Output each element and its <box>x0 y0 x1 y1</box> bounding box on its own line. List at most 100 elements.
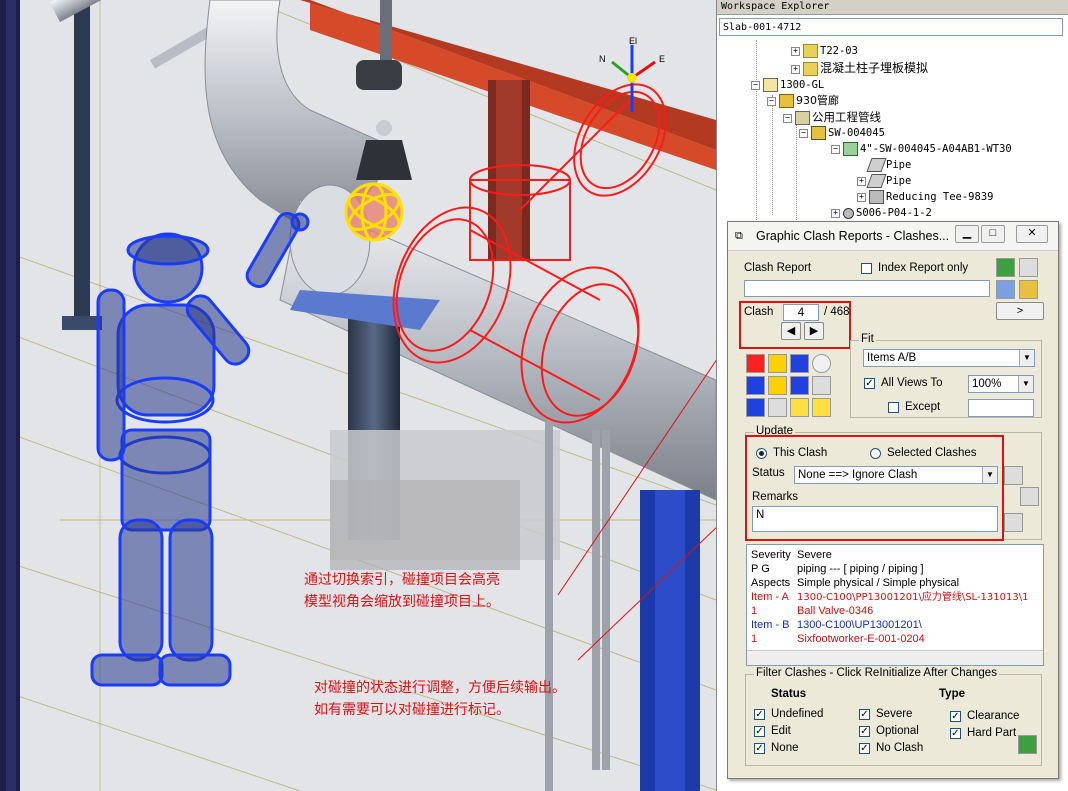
apply-remarks-icon[interactable] <box>1004 513 1023 532</box>
disabled-pointer-icon <box>768 398 787 417</box>
tree-item-t22-03[interactable]: + T22-03 <box>791 43 858 59</box>
system-icon <box>763 78 778 92</box>
tee-icon <box>869 190 884 204</box>
chevron-down-icon: ▼ <box>1018 376 1033 392</box>
color-e-icon[interactable] <box>768 376 787 395</box>
tree-item-sw-004045[interactable]: − SW-004045 <box>799 125 885 141</box>
filter-undefined-label: Undefined <box>771 708 824 720</box>
tree-item-pipe-1[interactable]: Pipe <box>857 157 911 173</box>
filter-clearance-checkbox[interactable]: ✓ <box>950 711 961 722</box>
advance-button[interactable]: > <box>996 302 1044 320</box>
annotation-note1-line1: 通过切换索引，碰撞项目会高亮 <box>304 572 500 588</box>
filter-none-checkbox[interactable]: ✓ <box>754 743 765 754</box>
clash-nav-highlight <box>739 301 851 349</box>
pointer-select-icon[interactable] <box>812 398 831 417</box>
3d-scene: El E N <box>0 0 716 791</box>
open-folder-icon[interactable] <box>1019 280 1038 299</box>
zoom-select[interactable]: 100% ▼ <box>968 375 1034 393</box>
disabled-tool-icon <box>1019 258 1038 277</box>
filter-optional-checkbox[interactable]: ✓ <box>859 726 870 737</box>
filter-hard-part-checkbox[interactable]: ✓ <box>950 728 961 739</box>
filter-edit-checkbox[interactable]: ✓ <box>754 726 765 737</box>
support-icon <box>843 207 854 219</box>
axis-label-e: E <box>659 54 665 64</box>
pipe-icon <box>866 174 887 188</box>
clash-report-field[interactable] <box>744 280 990 297</box>
clash-report-label: Clash Report <box>744 262 812 274</box>
dialog-app-icon: ⧉ <box>735 230 743 242</box>
tree-item-embed-plate[interactable]: + 混凝土柱子埋板模拟 <box>791 60 928 76</box>
tree-item-pipe-2[interactable]: + Pipe <box>857 173 911 189</box>
tree-item-utility-piping[interactable]: − 公用工程管线 <box>783 109 881 125</box>
filter-status-header: Status <box>771 688 807 700</box>
annotation-note2-line2: 如有需要可以对碰撞进行标记。 <box>314 702 510 718</box>
filter-type-header: Type <box>939 688 965 700</box>
color-c-icon[interactable] <box>790 354 809 373</box>
index-report-only-label: Index Report only <box>878 262 969 274</box>
except-field[interactable] <box>968 399 1034 417</box>
link-icon[interactable] <box>1020 487 1039 506</box>
color-b-icon[interactable] <box>768 354 787 373</box>
pointer-icon[interactable] <box>790 398 809 417</box>
minimize-button[interactable]: ▁ <box>955 225 979 243</box>
horizontal-scrollbar[interactable] <box>747 650 1043 665</box>
refresh-icon[interactable] <box>996 258 1015 277</box>
color-f-icon[interactable] <box>790 376 809 395</box>
detail-row-item-a-part: 1 Ball Valve-0346 <box>751 605 874 617</box>
maximize-button[interactable]: □ <box>981 225 1005 243</box>
save-icon[interactable] <box>996 280 1015 299</box>
color-d-icon[interactable] <box>746 376 765 395</box>
filter-hard-part-label: Hard Part <box>967 727 1017 739</box>
filter-severe-checkbox[interactable]: ✓ <box>859 709 870 720</box>
tree-item-reducing-tee[interactable]: + Reducing Tee-9839 <box>857 189 993 205</box>
fit-items-select[interactable]: Items A/B ▼ <box>863 349 1035 367</box>
explorer-path-field[interactable]: Slab-001-4712 <box>719 18 1063 36</box>
dialog-title: Graphic Clash Reports - Clashes... <box>756 229 950 243</box>
explorer-title: Workspace Explorer <box>717 0 1068 15</box>
reinitialize-icon[interactable] <box>1018 735 1037 754</box>
fit-group-title: Fit <box>859 333 876 345</box>
chevron-down-icon: ▼ <box>1019 350 1034 366</box>
folder-icon <box>779 94 794 108</box>
except-checkbox[interactable] <box>888 402 899 413</box>
filter-no-clash-checkbox[interactable]: ✓ <box>859 743 870 754</box>
filter-severe-label: Severe <box>876 708 913 720</box>
filter-no-clash-label: No Clash <box>876 742 924 754</box>
model-viewport[interactable]: El E N 通过切换索引，碰撞项目会高亮 模型视角会缩放到碰撞项目上。 对碰撞 <box>0 0 716 791</box>
color-g-icon[interactable] <box>746 398 765 417</box>
file-icon <box>803 62 818 76</box>
clash-detail-list[interactable]: Severity Severe P Gpiping --- [ piping / … <box>746 544 1044 666</box>
clash-report-dialog: ⧉ Graphic Clash Reports - Clashes... ▁ □… <box>727 221 1059 779</box>
detail-row-item-a: Item - A 1300-C100\PP13001201\应力管线\SL-131… <box>751 591 1029 603</box>
tree-item-pipe-run[interactable]: −4"-SW-004045-A04AB1-WT30 <box>831 141 1012 157</box>
pipe-icon <box>866 158 887 172</box>
update-highlight <box>745 435 1004 541</box>
apply-status-icon[interactable] <box>1004 466 1023 485</box>
tree-item-930-rack[interactable]: −930管廊 <box>767 93 839 109</box>
color-legend-icon[interactable] <box>812 354 831 373</box>
index-report-only-checkbox[interactable] <box>861 263 872 274</box>
detail-row-aspects: Aspects Simple physical / Simple physical <box>751 577 960 589</box>
color-a-icon[interactable] <box>746 354 765 373</box>
pipeline-icon <box>795 111 810 125</box>
detail-row-item-b: Item - B 1300-C100\UP13001201\ <box>751 619 922 631</box>
all-views-to-label: All Views To <box>881 377 943 389</box>
pipe-run-icon <box>811 126 826 140</box>
dialog-titlebar[interactable]: ⧉ Graphic Clash Reports - Clashes... ▁ □… <box>728 222 1058 251</box>
pipe-run-icon <box>843 142 858 156</box>
filter-edit-label: Edit <box>771 725 791 737</box>
detail-row-item-b-part: 1 Sixfootworker-E-001-0204 <box>751 633 925 645</box>
annotation-note1-line2: 模型视角会缩放到碰撞项目上。 <box>304 594 500 610</box>
all-views-to-checkbox[interactable]: ✓ <box>864 378 875 389</box>
person-icon <box>812 376 831 395</box>
filter-none-label: None <box>771 742 799 754</box>
tree-item-1300-gl[interactable]: −1300-GL <box>751 77 824 93</box>
tree-item-s006[interactable]: + S006-P04-1-2 <box>831 205 932 221</box>
file-icon <box>803 44 818 58</box>
filter-undefined-checkbox[interactable]: ✓ <box>754 709 765 720</box>
detail-row-severity: Severity Severe <box>751 549 832 561</box>
filter-group-title: Filter Clashes - Click ReInitialize Afte… <box>754 667 999 679</box>
close-button[interactable]: ✕ <box>1016 225 1048 243</box>
detail-row-pg: P Gpiping --- [ piping / piping ] <box>751 563 924 575</box>
filter-clearance-label: Clearance <box>967 710 1020 722</box>
